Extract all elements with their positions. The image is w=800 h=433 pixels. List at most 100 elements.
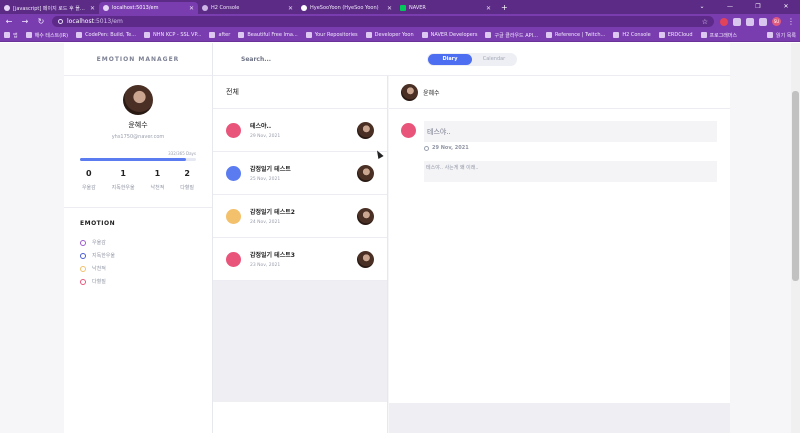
page-gutter-left bbox=[0, 43, 64, 433]
browser-tab[interactable]: [javascript] 페이지 로드 후 폴리... ✕ bbox=[0, 2, 99, 14]
bookmark-star-icon[interactable]: ☆ bbox=[702, 18, 708, 26]
browser-tab[interactable]: HyeSooYoon (HyeSoo Yoon) ✕ bbox=[297, 2, 396, 14]
reading-list-icon bbox=[767, 32, 773, 38]
bookmark-item[interactable]: Reference | Twitch... bbox=[545, 32, 605, 38]
emotion-dot bbox=[226, 165, 241, 181]
clock-icon bbox=[424, 145, 429, 151]
bookmark-item[interactable]: 프로그래머스 bbox=[700, 32, 737, 39]
close-window-icon[interactable]: ✕ bbox=[772, 0, 800, 14]
list-item[interactable]: 테스야.. 29 Nov, 2021 bbox=[213, 109, 387, 152]
emotion-ring-icon bbox=[80, 278, 86, 285]
more-menu-icon[interactable]: ⋮ bbox=[786, 17, 796, 26]
close-tab-icon[interactable]: ✕ bbox=[288, 5, 293, 12]
close-tab-icon[interactable]: ✕ bbox=[486, 5, 491, 12]
avatar bbox=[123, 85, 153, 115]
tab-diary[interactable]: Diary bbox=[428, 53, 472, 65]
bookmark-icon bbox=[238, 32, 245, 38]
detail-footer bbox=[389, 403, 730, 433]
reading-list[interactable]: 읽기 목록 bbox=[767, 32, 796, 39]
emotion-filter-item[interactable]: 다혈질 bbox=[80, 275, 212, 288]
diary-detail: 윤혜수 테스야.. 29 Nov, 2021 테스야.. 사는게 왜 이래.. bbox=[389, 76, 730, 403]
browser-tab[interactable]: H2 Console ✕ bbox=[198, 2, 297, 14]
chevron-down-icon[interactable]: ⌄ bbox=[688, 0, 716, 14]
view-toggle: Diary Calendar bbox=[427, 52, 517, 66]
emotion-section-title: EMOTION bbox=[80, 220, 116, 227]
stat-item: 1 지독한우울 bbox=[111, 169, 135, 191]
puzzle-icon[interactable] bbox=[746, 17, 754, 26]
emotion-dot bbox=[226, 122, 241, 138]
extension-icon[interactable] bbox=[733, 17, 741, 26]
bookmark-icon bbox=[144, 32, 150, 38]
apps-icon bbox=[4, 32, 10, 38]
brand-logo[interactable]: EMOTION MANAGER bbox=[64, 43, 212, 76]
github-icon bbox=[305, 32, 312, 38]
entry-date: 29 Nov, 2021 bbox=[424, 145, 469, 151]
new-tab-button[interactable]: + bbox=[495, 2, 514, 14]
profile-avatar[interactable]: SU bbox=[772, 17, 781, 26]
bookmark-icon bbox=[365, 32, 372, 38]
page-scrollbar[interactable] bbox=[791, 43, 800, 433]
list-item[interactable]: 감정일기 테스트2 24 Nov, 2021 bbox=[213, 195, 387, 238]
bookmark-item[interactable]: H2 Console bbox=[613, 32, 651, 38]
bookmark-item[interactable]: 해수 테스트(IR) bbox=[25, 32, 68, 39]
bookmark-item[interactable]: Developer Yoon bbox=[365, 32, 414, 38]
list-item[interactable]: 감정일기 테스트 25 Nov, 2021 bbox=[213, 152, 387, 195]
window-controls: ⌄ — ❐ ✕ bbox=[688, 0, 800, 14]
emotion-dot bbox=[401, 123, 416, 138]
list-heading: 전체 bbox=[213, 76, 387, 109]
page-gutter-right bbox=[730, 43, 791, 433]
forward-arrow-icon[interactable]: → bbox=[20, 17, 30, 26]
avatar bbox=[357, 164, 374, 182]
user-email: yhs1750@naver.com bbox=[111, 134, 165, 140]
sidebar: EMOTION MANAGER 윤혜수 yhs1750@naver.com 33… bbox=[64, 43, 213, 433]
bookmark-item[interactable]: NHN KCP - SSL VP... bbox=[144, 32, 201, 38]
list-item[interactable]: 감정일기 테스트3 23 Nov, 2021 bbox=[213, 238, 387, 281]
emotion-filter-item[interactable]: 낙천적 bbox=[80, 262, 212, 275]
media-icon[interactable] bbox=[759, 17, 767, 26]
search-input[interactable]: Search... bbox=[213, 56, 353, 63]
back-arrow-icon[interactable]: ← bbox=[4, 17, 14, 26]
browser-tab[interactable]: NAVER ✕ bbox=[396, 2, 495, 14]
entry-content-field[interactable]: 테스야.. 사는게 왜 이래.. bbox=[424, 161, 717, 182]
user-name: 윤혜수 bbox=[128, 121, 148, 129]
stat-item: 2 다혈질 bbox=[180, 169, 195, 191]
restore-icon[interactable]: ❐ bbox=[744, 0, 772, 14]
bookmark-item[interactable]: NAVER Developers bbox=[421, 32, 477, 38]
entry-title-field[interactable]: 테스야.. bbox=[424, 121, 717, 142]
bookmark-item[interactable]: 구글 클라우드 API... bbox=[485, 32, 538, 39]
bookmark-item[interactable]: Beautiful Free Ima... bbox=[238, 32, 298, 38]
bookmark-item[interactable]: ERDCloud bbox=[658, 32, 693, 38]
reload-icon[interactable]: ↻ bbox=[36, 17, 46, 26]
close-tab-icon[interactable]: ✕ bbox=[189, 5, 194, 12]
emotion-filter-list: 우울감 지독한우울 낙천적 다혈질 bbox=[80, 236, 212, 288]
emotion-ring-icon bbox=[80, 239, 86, 246]
browser-tab-active[interactable]: localhost:5013/em ✕ bbox=[99, 2, 198, 14]
bookmark-item[interactable]: 앱 bbox=[4, 32, 18, 39]
tab-calendar[interactable]: Calendar bbox=[472, 54, 516, 65]
avatar bbox=[357, 250, 374, 268]
emotion-filter-item[interactable]: 우울감 bbox=[80, 236, 212, 249]
close-tab-icon[interactable]: ✕ bbox=[387, 5, 392, 12]
bookmark-item[interactable]: after bbox=[209, 32, 230, 38]
bookmark-icon bbox=[25, 32, 32, 38]
naver-icon bbox=[400, 5, 406, 11]
close-tab-icon[interactable]: ✕ bbox=[90, 5, 95, 12]
minimize-icon[interactable]: — bbox=[716, 0, 744, 14]
extensions-area: SU ⋮ bbox=[720, 17, 796, 26]
address-bar-row: ← → ↻ localhost:5013/em ☆ SU ⋮ bbox=[0, 14, 800, 29]
year-progress-bar bbox=[80, 158, 196, 161]
bookmark-icon bbox=[485, 32, 492, 38]
scrollbar-thumb[interactable] bbox=[792, 91, 799, 281]
extension-icon[interactable] bbox=[720, 17, 728, 26]
url-field[interactable]: localhost:5013/em ☆ bbox=[52, 16, 714, 27]
emotion-filter-item[interactable]: 지독한우울 bbox=[80, 249, 212, 262]
h2-icon bbox=[613, 32, 620, 38]
top-bar: Search... Diary Calendar bbox=[213, 43, 730, 76]
info-icon[interactable] bbox=[58, 19, 63, 24]
folder-icon bbox=[700, 32, 707, 38]
bookmarks-bar: 앱 해수 테스트(IR) CodePen: Build, Te... NHN K… bbox=[0, 29, 800, 42]
bookmark-item[interactable]: CodePen: Build, Te... bbox=[76, 32, 136, 38]
bookmark-item[interactable]: Your Repositories bbox=[305, 32, 358, 38]
bookmark-icon bbox=[209, 32, 216, 38]
emotion-dot bbox=[226, 208, 241, 224]
